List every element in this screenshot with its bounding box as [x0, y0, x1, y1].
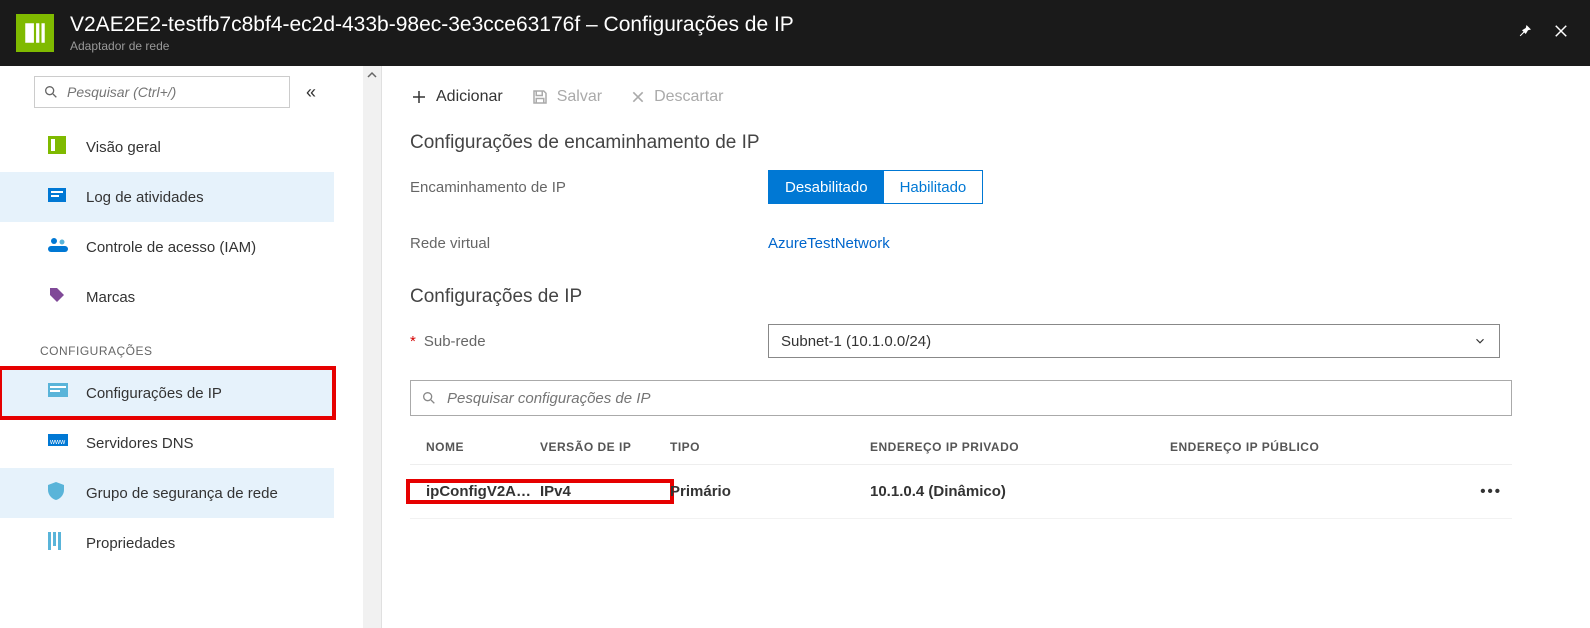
overview-icon — [48, 136, 66, 158]
shield-icon — [48, 482, 64, 504]
dns-icon: www — [48, 434, 68, 452]
col-type: TIPO — [670, 440, 870, 454]
properties-icon — [48, 532, 64, 554]
col-name: NOME — [410, 440, 540, 454]
add-label: Adicionar — [436, 88, 503, 106]
sidebar-item-activity-log[interactable]: Log de atividades — [0, 172, 334, 222]
save-icon — [531, 88, 549, 106]
resource-icon — [16, 14, 54, 52]
sidebar-item-ip-configs[interactable]: Configurações de IP — [0, 368, 334, 418]
sidebar-item-nsg[interactable]: Grupo de segurança de rede — [0, 468, 334, 518]
search-icon — [43, 84, 59, 100]
svg-text:www: www — [49, 439, 66, 446]
blade-header: V2AE2E2-testfb7c8bf4-ec2d-433b-98ec-3e3c… — [0, 0, 1590, 66]
discard-icon — [630, 89, 646, 105]
table-row[interactable]: ipConfigV2A… IPv4 Primário 10.1.0.4 (Din… — [410, 465, 1512, 519]
sidebar-item-label: Log de atividades — [86, 189, 204, 206]
sidebar-scrollbar[interactable] — [363, 66, 381, 628]
sidebar-item-dns[interactable]: www Servidores DNS — [0, 418, 334, 468]
pin-icon[interactable] — [1516, 22, 1534, 45]
cell-name: ipConfigV2A… — [410, 483, 540, 500]
sidebar-section-header: CONFIGURAÇÕES — [0, 322, 334, 368]
ipconfig-icon — [48, 383, 68, 403]
discard-button[interactable]: Descartar — [630, 88, 723, 106]
vnet-label: Rede virtual — [410, 235, 768, 252]
sidebar-item-label: Marcas — [86, 289, 135, 306]
add-button[interactable]: Adicionar — [410, 88, 503, 106]
vnet-link[interactable]: AzureTestNetwork — [768, 235, 890, 252]
sidebar-item-label: Controle de acesso (IAM) — [86, 239, 256, 256]
subnet-label: *Sub-rede — [410, 333, 768, 350]
close-icon[interactable] — [1552, 22, 1570, 45]
subnet-value: Subnet-1 (10.1.0.0/24) — [781, 333, 931, 350]
sidebar-item-tags[interactable]: Marcas — [0, 272, 334, 322]
sidebar-item-label: Visão geral — [86, 139, 161, 156]
row-more-button[interactable]: ••• — [1450, 483, 1512, 500]
ipconfig-table: NOME VERSÃO DE IP TIPO ENDEREÇO IP PRIVA… — [410, 430, 1512, 519]
sidebar-search-input[interactable] — [67, 84, 281, 100]
tag-icon — [48, 286, 66, 308]
log-icon — [48, 186, 66, 208]
section-ipconfig-title: Configurações de IP — [410, 286, 1550, 308]
sidebar-item-overview[interactable]: Visão geral — [0, 122, 334, 172]
cell-version: IPv4 — [540, 483, 670, 500]
col-version: VERSÃO DE IP — [540, 440, 670, 454]
sidebar-item-label: Propriedades — [86, 535, 175, 552]
ipconfig-search-input[interactable] — [447, 390, 1501, 407]
ipconfig-search[interactable] — [410, 380, 1512, 416]
chevron-down-icon — [1473, 334, 1487, 348]
cell-private: 10.1.0.4 (Dinâmico) — [870, 483, 1170, 500]
section-forwarding-title: Configurações de encaminhamento de IP — [410, 132, 1550, 154]
plus-icon — [410, 88, 428, 106]
save-label: Salvar — [557, 88, 602, 106]
toolbar: Adicionar Salvar Descartar — [410, 80, 1550, 114]
collapse-sidebar-icon[interactable]: « — [300, 82, 322, 103]
search-icon — [421, 390, 437, 406]
toggle-disabled[interactable]: Desabilitado — [769, 171, 884, 203]
sidebar-item-properties[interactable]: Propriedades — [0, 518, 334, 568]
page-subtitle: Adaptador de rede — [70, 39, 1516, 53]
ip-forwarding-toggle[interactable]: Desabilitado Habilitado — [768, 170, 983, 204]
sidebar: « Visão geral Log de atividades Controle… — [0, 66, 382, 628]
sidebar-search[interactable] — [34, 76, 290, 108]
sidebar-item-label: Configurações de IP — [86, 385, 222, 402]
scroll-up-icon[interactable] — [363, 66, 381, 84]
subnet-select[interactable]: Subnet-1 (10.1.0.0/24) — [768, 324, 1500, 358]
forwarding-label: Encaminhamento de IP — [410, 179, 768, 196]
discard-label: Descartar — [654, 88, 723, 106]
sidebar-item-label: Servidores DNS — [86, 435, 194, 452]
save-button[interactable]: Salvar — [531, 88, 602, 106]
people-icon — [48, 236, 68, 258]
cell-type: Primário — [670, 483, 870, 500]
toggle-enabled[interactable]: Habilitado — [884, 171, 983, 203]
sidebar-item-iam[interactable]: Controle de acesso (IAM) — [0, 222, 334, 272]
col-public: ENDEREÇO IP PÚBLICO — [1170, 440, 1450, 454]
col-private: ENDEREÇO IP PRIVADO — [870, 440, 1170, 454]
sidebar-item-label: Grupo de segurança de rede — [86, 485, 278, 502]
page-title: V2AE2E2-testfb7c8bf4-ec2d-433b-98ec-3e3c… — [70, 13, 1516, 37]
main-content: Adicionar Salvar Descartar Configurações… — [382, 66, 1590, 628]
